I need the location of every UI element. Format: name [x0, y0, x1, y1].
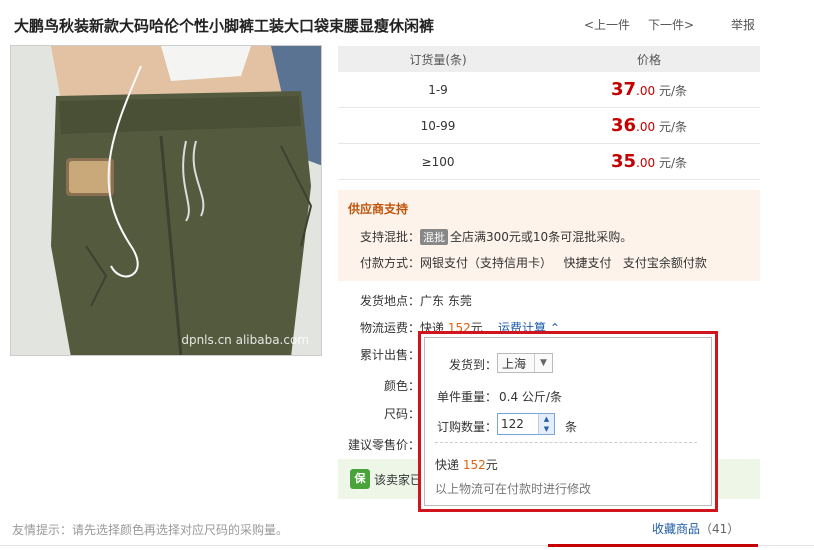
- price-unit: 元/条: [658, 120, 688, 134]
- freight-calculator-panel: 发货到： 上海 ▼ 单件重量： 0.4 公斤/条 订购数量： 122 ▲ ▼ 条…: [424, 337, 712, 506]
- mixed-batch-label: 支持混批：: [360, 230, 421, 244]
- order-qty-stepper[interactable]: 122 ▲ ▼: [497, 413, 555, 435]
- ship-to-label: 发货到：: [449, 358, 498, 372]
- freight-calculator-popup: 发货到： 上海 ▼ 单件重量： 0.4 公斤/条 订购数量： 122 ▲ ▼ 条…: [418, 331, 718, 512]
- price-decimal: .00: [636, 156, 656, 170]
- header-price: 价格: [636, 52, 661, 67]
- product-title: 大鹏鸟秋装新款大码哈伦个性小脚裤工装大口袋束腰显瘦休闲裤: [14, 17, 435, 35]
- payment-line: 付款方式：网银支付（支持信用卡） 快捷支付 支付宝余额付款: [360, 254, 707, 271]
- price-integer: 36: [610, 115, 637, 136]
- supplier-support-title: 供应商支持: [348, 202, 409, 216]
- friendly-tip: 友情提示：请先选择颜色再选择对应尺码的采购量。: [12, 523, 289, 537]
- price-row: 10-99 36.00 元/条: [338, 108, 760, 144]
- order-qty-input[interactable]: 122: [498, 417, 538, 431]
- price-row-price: 37.00 元/条: [538, 79, 760, 100]
- weight-label: 单件重量：: [437, 390, 498, 404]
- retail-price-label: 建议零售价：: [348, 438, 421, 452]
- order-qty-unit: 条: [565, 420, 578, 434]
- mixed-batch-line: 支持混批： 混批 全店满300元或10条可混批采购。: [360, 228, 632, 245]
- weight-value: 0.4 公斤/条: [499, 390, 562, 404]
- report-link[interactable]: 举报: [731, 16, 755, 33]
- increment-icon[interactable]: ▲: [539, 414, 554, 424]
- mixed-batch-text: 全店满300元或10条可混批采购。: [450, 230, 633, 244]
- favorite-button[interactable]: 收藏商品（41）: [652, 520, 739, 537]
- price-decimal: .00: [636, 84, 656, 98]
- payment-methods: 网银支付（支持信用卡） 快捷支付 支付宝余额付款: [420, 256, 707, 270]
- supplier-support-panel: 供应商支持 支持混批： 混批 全店满300元或10条可混批采购。 付款方式：网银支付…: [338, 190, 760, 281]
- chevron-down-icon: ▼: [534, 354, 552, 372]
- guarantee-shield-icon: 保: [350, 469, 370, 489]
- price-row-price: 35.00 元/条: [538, 151, 760, 172]
- payment-label: 付款方式：: [360, 256, 421, 270]
- price-row-qty: ≥100: [421, 154, 455, 169]
- logistics-label: 物流运费：: [360, 321, 421, 335]
- express-fee-line: 快递 152元: [435, 456, 498, 473]
- sold-label: 累计出售：: [360, 348, 421, 362]
- pants-illustration: [11, 46, 321, 355]
- size-label: 尺码：: [384, 407, 421, 421]
- qty-spin-buttons[interactable]: ▲ ▼: [538, 414, 554, 434]
- product-image[interactable]: dpnls.cn alibaba.com: [10, 45, 322, 356]
- favorite-count: （41）: [700, 522, 740, 536]
- ship-from-value: 广东 东莞: [420, 294, 472, 308]
- price-integer: 35: [610, 151, 637, 172]
- order-qty-label: 订购数量：: [437, 420, 498, 434]
- express-fee: 152: [462, 458, 486, 472]
- price-table: 订货量(条) 价格 1-9 37.00 元/条 10-99 36.00 元/条 …: [338, 46, 760, 180]
- price-row: ≥100 35.00 元/条: [338, 144, 760, 180]
- price-row: 1-9 37.00 元/条: [338, 72, 760, 108]
- price-row-qty: 1-9: [428, 82, 448, 97]
- favorite-label: 收藏商品: [652, 522, 701, 536]
- footer-accent-bar: [548, 544, 758, 547]
- ship-from-label: 发货地点：: [360, 294, 421, 308]
- express-fee-unit: 元: [485, 458, 498, 472]
- popup-divider: [435, 442, 697, 443]
- price-row-qty: 10-99: [420, 118, 456, 133]
- decrement-icon[interactable]: ▼: [539, 424, 554, 434]
- prev-item-link[interactable]: <上一件: [584, 16, 630, 33]
- color-label: 颜色：: [384, 379, 421, 393]
- price-unit: 元/条: [658, 84, 688, 98]
- price-decimal: .00: [636, 120, 656, 134]
- price-unit: 元/条: [658, 156, 688, 170]
- express-label: 快递: [435, 458, 460, 472]
- price-row-price: 36.00 元/条: [538, 115, 760, 136]
- price-integer: 37: [610, 79, 637, 100]
- next-item-link[interactable]: 下一件>: [648, 16, 694, 33]
- ship-to-value: 上海: [502, 356, 527, 371]
- ship-to-select[interactable]: 上海 ▼: [497, 353, 553, 373]
- guarantee-text: 该卖家已: [374, 473, 423, 487]
- mixed-batch-tag: 混批: [420, 229, 449, 245]
- header-qty: 订货量(条): [409, 52, 467, 67]
- image-watermark: dpnls.cn alibaba.com: [181, 333, 309, 347]
- price-table-header: 订货量(条) 价格: [338, 46, 760, 72]
- logistics-note: 以上物流可在付款时进行修改: [435, 482, 592, 496]
